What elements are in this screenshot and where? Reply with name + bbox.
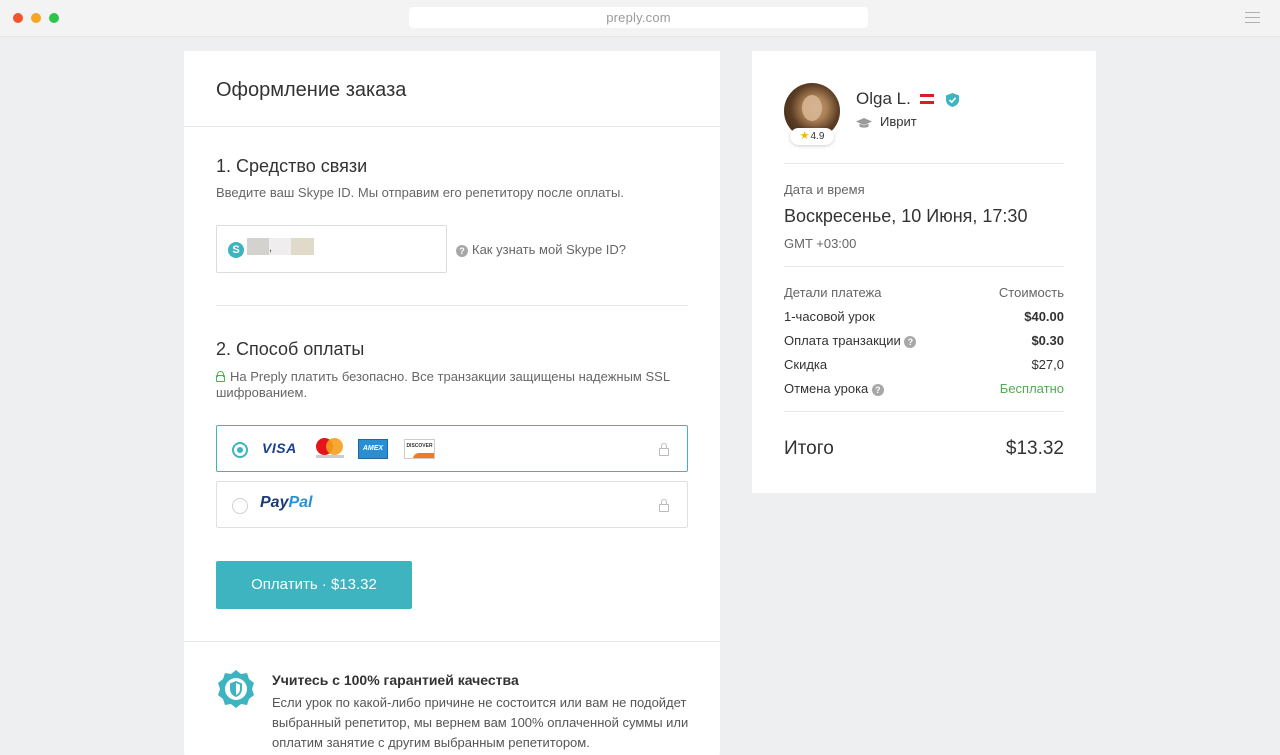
window-maximize-button[interactable] [49, 13, 59, 23]
discover-label: DISCOVER [406, 443, 433, 449]
guarantee-text: Если урок по какой-либо причине не состо… [272, 695, 689, 750]
lock-icon [659, 443, 669, 456]
divider [784, 411, 1064, 412]
checkout-card: Оформление заказа 1. Средство связи Введ… [184, 51, 720, 755]
austria-flag-icon [920, 94, 934, 104]
divider [216, 305, 688, 306]
datetime-value: Воскресенье, 10 Июня, 17:30 [784, 206, 1028, 226]
row-value: Бесплатно [999, 381, 1064, 396]
redacted-text [291, 238, 314, 255]
tutor-subject: Иврит [880, 114, 917, 129]
row-label: Отмена урока [784, 381, 869, 396]
guarantee-shield-icon [218, 670, 254, 708]
divider [184, 126, 720, 127]
paypal-payment-option[interactable]: PayPal [216, 481, 688, 528]
card-payment-option[interactable]: VISA AMEX DISCOVER [216, 425, 688, 472]
amex-logo: AMEX [358, 439, 388, 459]
graduation-cap-icon [856, 118, 872, 128]
discover-logo: DISCOVER [404, 439, 435, 459]
skype-help-link[interactable]: ? Как узнать мой Skype ID? [456, 242, 626, 257]
visa-logo: VISA [262, 440, 297, 456]
row-label: 1-часовой урок [784, 309, 875, 324]
tutor-name[interactable]: Olga L. [856, 89, 911, 109]
row-value: $0.30 [1031, 333, 1064, 348]
address-bar[interactable]: preply.com [409, 7, 868, 28]
browser-toolbar: preply.com [0, 0, 1280, 37]
payment-details-label: Детали платежа [784, 285, 882, 300]
pay-button[interactable]: Оплатить · $13.32 [216, 561, 412, 609]
page-title: Оформление заказа [216, 79, 407, 101]
datetime-label: Дата и время [784, 182, 865, 197]
question-icon[interactable]: ? [904, 336, 917, 348]
order-summary-card: ★4.9 Olga L. Иврит Дата и время Воскресе… [752, 51, 1096, 493]
row-label-with-help: Оплата транзакции ? [784, 333, 920, 348]
cost-label: Стоимость [998, 285, 1064, 300]
payment-section-heading: 2. Способ оплаты [216, 339, 365, 359]
mastercard-logo [316, 438, 344, 460]
skype-id-input[interactable]: S , [216, 225, 447, 273]
cancellation-row: Отмена урока ? Бесплатно [784, 381, 1064, 399]
window-minimize-button[interactable] [31, 13, 41, 23]
paypal-pay-text: Pay [260, 494, 289, 511]
row-label-with-help: Отмена урока ? [784, 381, 888, 396]
total-label: Итого [784, 438, 834, 459]
payment-details-header: Детали платежа Стоимость [784, 285, 1064, 303]
window-close-button[interactable] [13, 13, 23, 23]
card-radio[interactable] [232, 442, 248, 458]
paypal-logo: PayPal [260, 494, 312, 512]
guarantee-title: Учитесь с 100% гарантией качества [272, 672, 519, 688]
security-note-text: На Preply платить безопасно. Все транзак… [216, 369, 670, 400]
skype-id-value: , [269, 242, 273, 254]
skype-icon: S [228, 242, 244, 258]
rating-value: 4.9 [810, 131, 825, 142]
total-value: $13.32 [1005, 438, 1064, 459]
verified-shield-icon [946, 93, 959, 107]
hamburger-menu-icon[interactable] [1245, 12, 1260, 24]
row-label: Скидка [784, 357, 828, 372]
transaction-fee-row: Оплата транзакции ? $0.30 [784, 333, 1064, 351]
rating-badge: ★4.9 [790, 128, 834, 145]
lock-icon [216, 371, 225, 382]
security-note: На Preply платить безопасно. Все транзак… [216, 369, 686, 401]
divider [784, 163, 1064, 164]
paypal-pal-text: Pal [288, 494, 313, 511]
contact-description: Введите ваш Skype ID. Мы отправим его ре… [216, 185, 624, 200]
star-icon: ★ [799, 130, 810, 142]
divider [784, 266, 1064, 267]
row-label: Оплата транзакции [784, 333, 901, 348]
skype-help-label: Как узнать мой Skype ID? [472, 242, 627, 257]
discount-row: Скидка $27,0 [784, 357, 1064, 375]
question-icon[interactable]: ? [871, 384, 884, 396]
lock-icon [659, 499, 669, 512]
redacted-text [269, 238, 291, 255]
row-value: $27,0 [1031, 357, 1064, 372]
question-icon: ? [456, 245, 468, 257]
row-value: $40.00 [1024, 309, 1064, 324]
divider [184, 641, 720, 642]
redacted-text [247, 238, 269, 255]
paypal-radio[interactable] [232, 498, 248, 514]
contact-section-heading: 1. Средство связи [216, 156, 368, 176]
timezone: GMT +03:00 [784, 236, 857, 251]
lesson-price-row: 1-часовой урок $40.00 [784, 309, 1064, 327]
